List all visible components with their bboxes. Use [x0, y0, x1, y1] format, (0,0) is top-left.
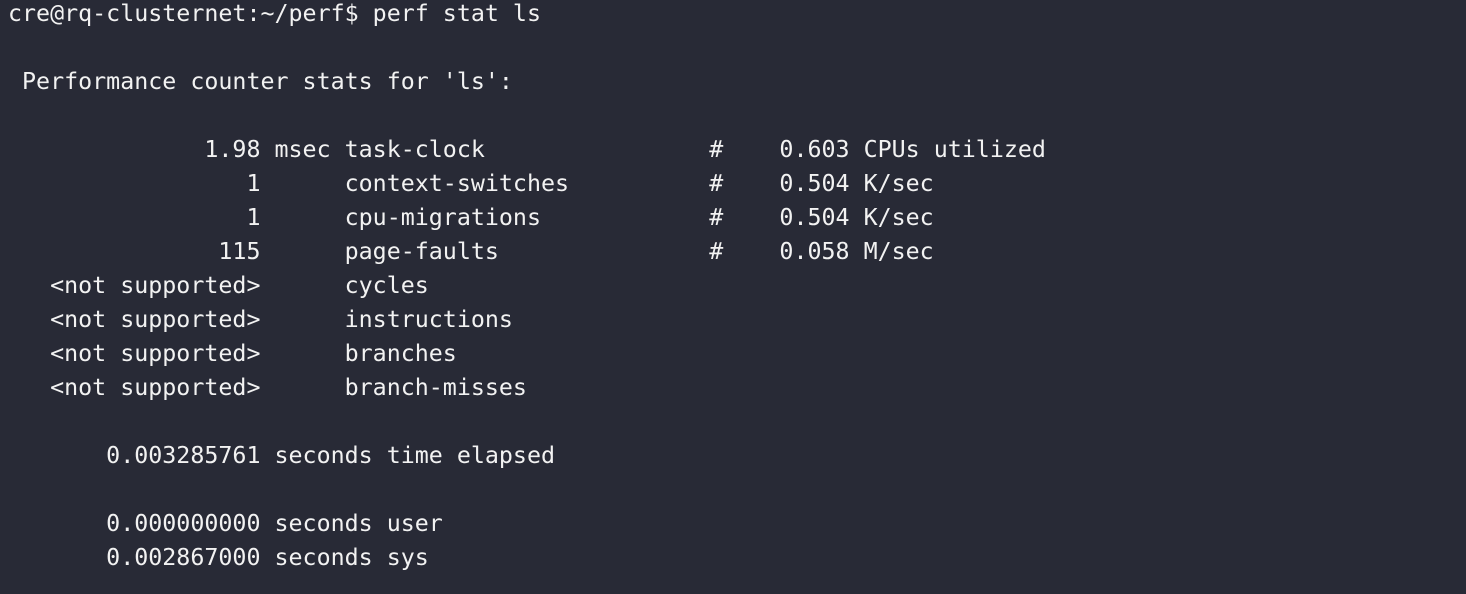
shell-prompt-command: cre@rq-clusternet:~/perf$ perf stat ls [8, 0, 541, 27]
stat-branch-misses: <not supported> branch-misses [8, 374, 527, 401]
stat-cpu-migrations: 1 cpu-migrations # 0.504 K/sec [8, 204, 934, 231]
terminal-window[interactable]: cre@rq-clusternet:~/perf$ perf stat ls P… [0, 0, 1466, 594]
stat-cycles: <not supported> cycles [8, 272, 429, 299]
stat-instructions: <not supported> instructions [8, 306, 513, 333]
stats-heading: Performance counter stats for 'ls': [8, 68, 513, 95]
time-elapsed: 0.003285761 seconds time elapsed [8, 442, 556, 469]
terminal-output: cre@rq-clusternet:~/perf$ perf stat ls P… [8, 0, 1046, 575]
time-sys: 0.002867000 seconds sys [8, 544, 429, 571]
stat-page-faults: 115 page-faults # 0.058 M/sec [8, 238, 934, 265]
stat-context-switches: 1 context-switches # 0.504 K/sec [8, 170, 934, 197]
stat-branches: <not supported> branches [8, 340, 457, 367]
stat-task-clock: 1.98 msec task-clock # 0.603 CPUs utiliz… [8, 136, 1046, 163]
time-user: 0.000000000 seconds user [8, 510, 443, 537]
